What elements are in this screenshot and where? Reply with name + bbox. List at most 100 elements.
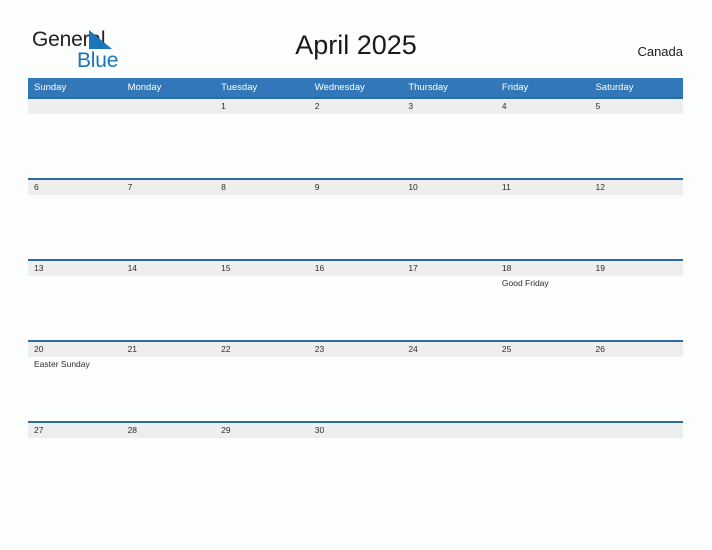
day-cell[interactable] xyxy=(589,438,683,502)
day-cell[interactable]: Easter Sunday xyxy=(28,357,122,421)
day-number[interactable]: 28 xyxy=(122,423,216,438)
day-number[interactable]: 25 xyxy=(496,342,590,357)
day-number[interactable]: 23 xyxy=(309,342,403,357)
week-row: 27 28 29 30 xyxy=(28,421,683,502)
day-cell[interactable] xyxy=(496,438,590,502)
day-cell[interactable] xyxy=(309,357,403,421)
day-cell[interactable] xyxy=(402,114,496,178)
day-number[interactable]: 12 xyxy=(589,180,683,195)
day-cell[interactable] xyxy=(496,114,590,178)
weekday-monday: Monday xyxy=(127,82,162,93)
day-number[interactable]: 18 xyxy=(496,261,590,276)
day-number[interactable]: 20 xyxy=(28,342,122,357)
day-number[interactable]: 11 xyxy=(496,180,590,195)
week-date-band: 6 7 8 9 10 11 12 xyxy=(28,178,683,195)
page-title: April 2025 xyxy=(295,30,417,60)
day-cell[interactable] xyxy=(402,276,496,340)
day-number[interactable]: 8 xyxy=(215,180,309,195)
day-number[interactable]: 10 xyxy=(402,180,496,195)
day-cell[interactable] xyxy=(122,357,216,421)
day-number[interactable]: 5 xyxy=(589,99,683,114)
day-cell[interactable] xyxy=(402,195,496,259)
day-cell[interactable]: Good Friday xyxy=(496,276,590,340)
country-label: Canada xyxy=(637,44,683,59)
weekday-sunday: Sunday xyxy=(34,82,67,93)
day-number[interactable]: 7 xyxy=(122,180,216,195)
day-number[interactable]: 9 xyxy=(309,180,403,195)
day-cell[interactable] xyxy=(496,195,590,259)
day-cell[interactable] xyxy=(28,195,122,259)
day-cell[interactable] xyxy=(215,357,309,421)
calendar-page: General Blue April 2025 Canada Sunday Mo… xyxy=(0,0,712,550)
day-cell[interactable] xyxy=(589,276,683,340)
day-cell[interactable] xyxy=(589,195,683,259)
day-number[interactable]: 21 xyxy=(122,342,216,357)
day-number[interactable] xyxy=(402,423,496,438)
day-event-label: Good Friday xyxy=(501,278,549,288)
week-event-body xyxy=(28,195,683,259)
day-cell[interactable] xyxy=(215,438,309,502)
day-number[interactable]: 27 xyxy=(28,423,122,438)
day-cell[interactable] xyxy=(402,438,496,502)
day-cell[interactable] xyxy=(122,438,216,502)
day-number[interactable]: 6 xyxy=(28,180,122,195)
weekday-wednesday: Wednesday xyxy=(314,82,365,93)
day-cell[interactable] xyxy=(309,195,403,259)
week-row: 13 14 15 16 17 18 19 Good Friday xyxy=(28,259,683,340)
weekday-header-row: Sunday Monday Tuesday Wednesday Thursday… xyxy=(28,78,683,97)
day-number[interactable]: 1 xyxy=(215,99,309,114)
day-event-label: Easter Sunday xyxy=(34,359,90,369)
day-cell[interactable] xyxy=(309,114,403,178)
day-cell[interactable] xyxy=(122,195,216,259)
day-cell[interactable] xyxy=(122,276,216,340)
day-cell[interactable] xyxy=(215,114,309,178)
page-header: General Blue April 2025 Canada xyxy=(0,0,712,78)
day-number[interactable] xyxy=(122,99,216,114)
week-row: 12345 xyxy=(28,97,683,178)
day-cell[interactable] xyxy=(28,114,122,178)
day-number[interactable]: 29 xyxy=(215,423,309,438)
week-event-body: Easter Sunday xyxy=(28,357,683,421)
day-number[interactable] xyxy=(496,423,590,438)
week-date-band: 13 14 15 16 17 18 19 xyxy=(28,259,683,276)
weekday-friday: Friday xyxy=(501,82,529,93)
day-number[interactable]: 2 xyxy=(309,99,403,114)
day-cell[interactable] xyxy=(496,357,590,421)
weekday-thursday: Thursday xyxy=(408,82,448,93)
day-number[interactable]: 30 xyxy=(309,423,403,438)
day-number[interactable]: 24 xyxy=(402,342,496,357)
day-number[interactable]: 4 xyxy=(496,99,590,114)
week-date-band: 27 28 29 30 xyxy=(28,421,683,438)
day-cell[interactable] xyxy=(215,195,309,259)
day-number[interactable]: 22 xyxy=(215,342,309,357)
day-cell[interactable] xyxy=(589,357,683,421)
day-number[interactable]: 14 xyxy=(122,261,216,276)
day-cell[interactable] xyxy=(28,276,122,340)
day-cell[interactable] xyxy=(122,114,216,178)
calendar-grid: Sunday Monday Tuesday Wednesday Thursday… xyxy=(28,78,683,502)
week-event-body xyxy=(28,114,683,178)
day-number[interactable] xyxy=(589,423,683,438)
day-cell[interactable] xyxy=(309,276,403,340)
day-number[interactable]: 19 xyxy=(589,261,683,276)
day-cell[interactable] xyxy=(309,438,403,502)
week-event-body: Good Friday xyxy=(28,276,683,340)
day-number[interactable]: 13 xyxy=(28,261,122,276)
week-date-band: 20 21 22 23 24 25 26 xyxy=(28,340,683,357)
day-cell[interactable] xyxy=(215,276,309,340)
day-cell[interactable] xyxy=(589,114,683,178)
day-number[interactable]: 15 xyxy=(215,261,309,276)
day-number[interactable] xyxy=(28,99,122,114)
day-number[interactable]: 16 xyxy=(309,261,403,276)
weekday-tuesday: Tuesday xyxy=(221,82,258,93)
day-cell[interactable] xyxy=(402,357,496,421)
day-number[interactable]: 26 xyxy=(589,342,683,357)
weekday-saturday: Saturday xyxy=(595,82,634,93)
calendar-weeks: 1 2 3 4 5 6 7 8 9 10 11 12 13 14 15 16 17 18 19 Good Friday… xyxy=(28,97,683,502)
day-number[interactable]: 3 xyxy=(402,99,496,114)
day-number[interactable]: 17 xyxy=(402,261,496,276)
week-row: 20 21 22 23 24 25 26 Easter Sunday xyxy=(28,340,683,421)
week-row: 6 7 8 9 10 11 12 xyxy=(28,178,683,259)
day-cell[interactable] xyxy=(28,438,122,502)
week-event-body xyxy=(28,438,683,502)
